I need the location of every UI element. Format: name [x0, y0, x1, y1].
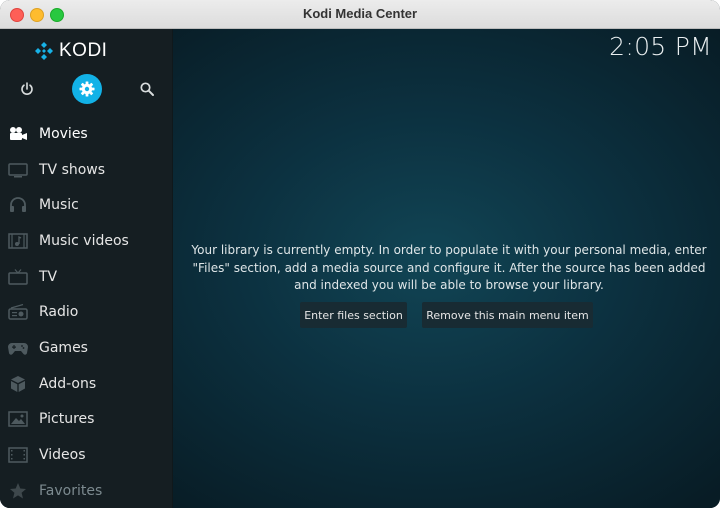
menu-item-label: TV shows [39, 161, 106, 178]
menu-item-tv-shows[interactable]: TV shows [0, 152, 172, 188]
menu-item-favorites[interactable]: Favorites [0, 473, 172, 508]
menu-item-label: Games [39, 339, 88, 356]
menu-item-music-videos[interactable]: Music videos [0, 223, 172, 259]
logo-text: KODI [59, 40, 108, 61]
menu-item-label: Movies [39, 125, 88, 142]
menu-item-radio[interactable]: Radio [0, 294, 172, 330]
sidebar: KODI Movies TV shows Music Music videos … [0, 29, 173, 508]
top-icon-bar [0, 74, 172, 104]
search-button[interactable] [132, 74, 162, 104]
remove-menu-item-button[interactable]: Remove this main menu item [422, 302, 593, 328]
gamepad-icon [7, 339, 29, 357]
kodi-logo-icon [35, 42, 53, 60]
main-content: KODI Movies TV shows Music Music videos … [0, 29, 720, 508]
menu-item-add-ons[interactable]: Add-ons [0, 366, 172, 402]
menu-item-movies[interactable]: Movies [0, 116, 172, 152]
menu-item-games[interactable]: Games [0, 330, 172, 366]
film-strip-icon [7, 446, 29, 464]
menu-item-label: Videos [39, 447, 86, 464]
tv-monitor-icon [7, 161, 29, 179]
menu-item-videos[interactable]: Videos [0, 437, 172, 473]
menu-item-tv[interactable]: TV [0, 259, 172, 295]
kodi-logo: KODI [34, 40, 107, 62]
movie-camera-icon [7, 125, 29, 143]
settings-icon [79, 81, 95, 97]
clock: 2:05 PM [609, 32, 712, 61]
main-menu: Movies TV shows Music Music videos TV Ra… [0, 116, 172, 508]
star-icon [7, 482, 29, 500]
picture-icon [7, 410, 29, 428]
window-title: Kodi Media Center [302, 6, 418, 21]
settings-button[interactable] [72, 74, 102, 104]
title-bar: Kodi Media Center [0, 0, 720, 29]
menu-item-pictures[interactable]: Pictures [0, 402, 172, 438]
search-icon [140, 82, 154, 96]
menu-item-label: Music [39, 197, 79, 214]
power-icon [21, 82, 33, 95]
kodi-window: Kodi Media Center KODI Movies TV shows M… [0, 0, 720, 508]
menu-item-label: Favorites [39, 482, 103, 499]
menu-item-music[interactable]: Music [0, 187, 172, 223]
music-video-icon [7, 232, 29, 250]
addons-box-icon [7, 375, 29, 393]
menu-item-label: Radio [39, 304, 79, 321]
menu-item-label: Music videos [39, 232, 129, 249]
empty-library-message: Your library is currently empty. In orde… [191, 243, 707, 292]
menu-item-label: Pictures [39, 411, 95, 428]
tv-icon [7, 268, 29, 286]
menu-item-label: Add-ons [39, 375, 97, 392]
enter-files-section-button[interactable]: Enter files section [300, 302, 407, 328]
power-button[interactable] [12, 74, 42, 104]
menu-item-label: TV [39, 268, 58, 285]
headphones-icon [7, 196, 29, 214]
radio-icon [7, 303, 29, 321]
